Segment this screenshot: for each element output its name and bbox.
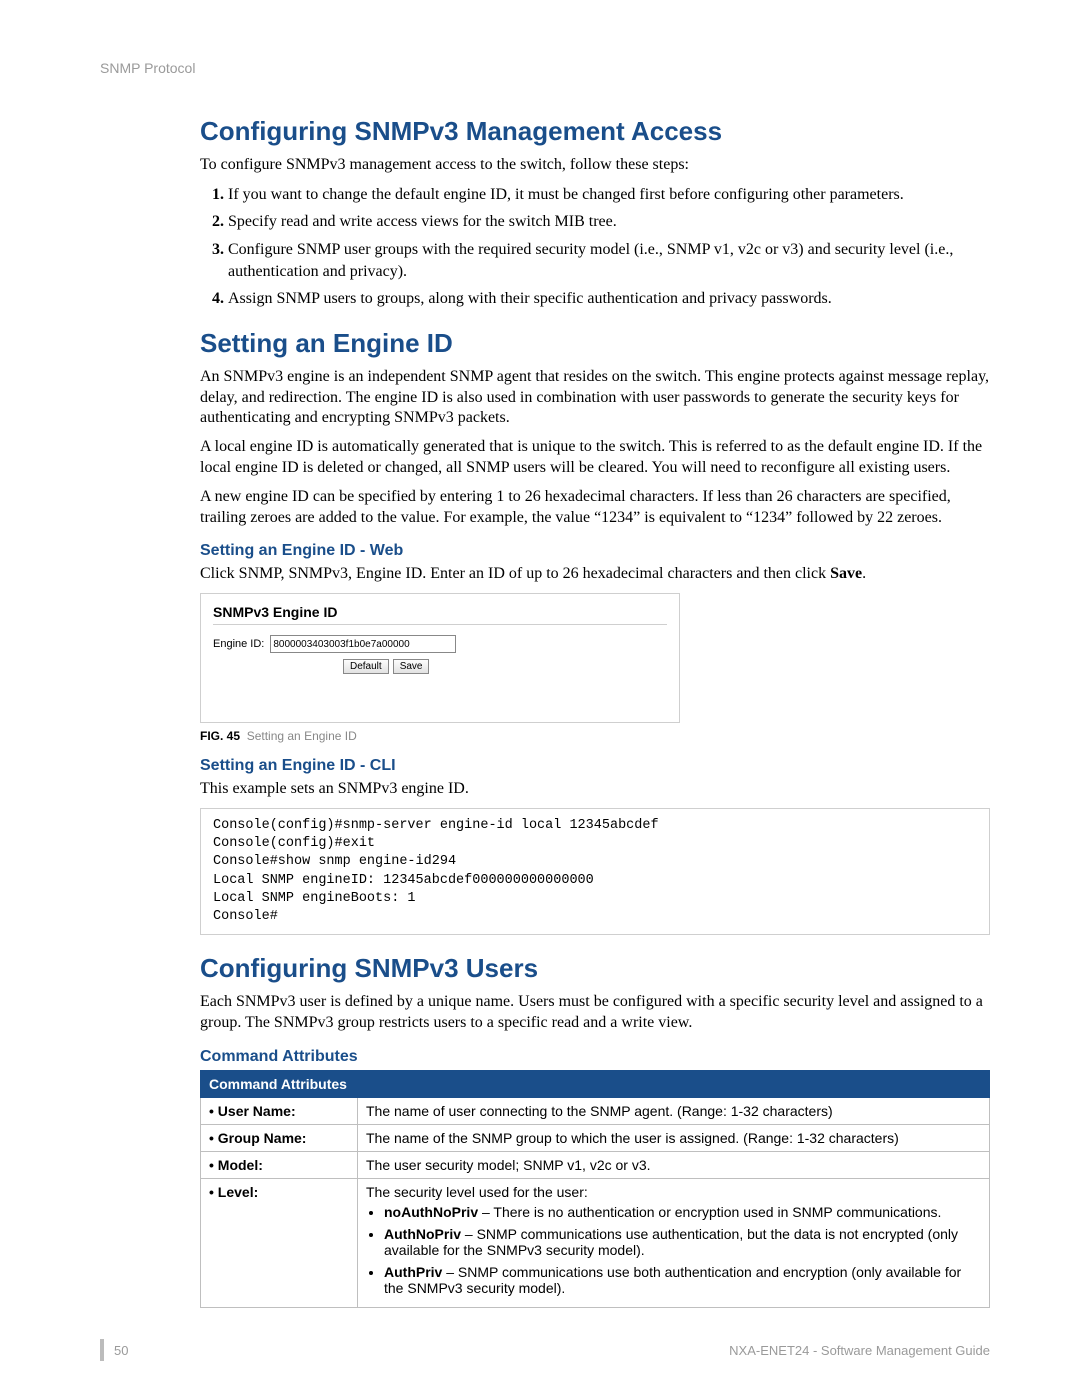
attr-desc: The name of the SNMP group to which the … <box>358 1124 990 1151</box>
content-area: Configuring SNMPv3 Management Access To … <box>200 116 990 1308</box>
save-button[interactable]: Save <box>393 659 430 674</box>
page: SNMP Protocol Configuring SNMPv3 Managem… <box>0 0 1080 1397</box>
level-item: AuthPriv – SNMP communications use both … <box>384 1264 981 1296</box>
step-item: If you want to change the default engine… <box>228 184 990 206</box>
attr-desc: The user security model; SNMP v1, v2c or… <box>358 1151 990 1178</box>
attr-label: • Group Name: <box>201 1124 358 1151</box>
body-paragraph: An SNMPv3 engine is an independent SNMP … <box>200 367 990 429</box>
table-row: • Model: The user security model; SNMP v… <box>201 1151 990 1178</box>
default-button[interactable]: Default <box>343 659 389 674</box>
engine-id-label: Engine ID: <box>213 638 264 650</box>
engine-id-input[interactable] <box>270 635 456 653</box>
figure-panel-title: SNMPv3 Engine ID <box>213 604 667 625</box>
page-number: 50 <box>114 1343 128 1358</box>
table-header: Command Attributes <box>201 1070 990 1097</box>
attr-label: • User Name: <box>201 1097 358 1124</box>
table-row: • User Name: The name of user connecting… <box>201 1097 990 1124</box>
body-paragraph: A local engine ID is automatically gener… <box>200 437 990 479</box>
command-attributes-table: Command Attributes • User Name: The name… <box>200 1070 990 1308</box>
steps-list: If you want to change the default engine… <box>200 184 990 310</box>
table-row: • Group Name: The name of the SNMP group… <box>201 1124 990 1151</box>
subheading-cli: Setting an Engine ID - CLI <box>200 757 990 775</box>
attr-desc: The name of user connecting to the SNMP … <box>358 1097 990 1124</box>
cli-code-block: Console(config)#snmp-server engine-id lo… <box>200 808 990 935</box>
heading-config-access: Configuring SNMPv3 Management Access <box>200 116 990 147</box>
figure-field-row: Engine ID: <box>213 635 667 653</box>
running-header: SNMP Protocol <box>100 60 990 76</box>
body-paragraph: Each SNMPv3 user is defined by a unique … <box>200 992 990 1034</box>
figure-caption: FIG. 45 Setting an Engine ID <box>200 729 990 743</box>
body-paragraph: Click SNMP, SNMPv3, Engine ID. Enter an … <box>200 564 990 585</box>
intro-paragraph: To configure SNMPv3 management access to… <box>200 155 990 176</box>
level-item: AuthNoPriv – SNMP communications use aut… <box>384 1226 981 1258</box>
heading-engine-id: Setting an Engine ID <box>200 328 990 359</box>
step-item: Configure SNMP user groups with the requ… <box>228 239 990 282</box>
subheading-web: Setting an Engine ID - Web <box>200 542 990 560</box>
level-item: noAuthNoPriv – There is no authenticatio… <box>384 1204 981 1220</box>
attr-label: • Model: <box>201 1151 358 1178</box>
subheading-command-attributes: Command Attributes <box>200 1048 990 1066</box>
page-footer: 50 NXA-ENET24 - Software Management Guid… <box>100 1339 990 1361</box>
doc-title: NXA-ENET24 - Software Management Guide <box>729 1343 990 1358</box>
table-row: • Level: The security level used for the… <box>201 1178 990 1307</box>
step-item: Assign SNMP users to groups, along with … <box>228 288 990 310</box>
figure-engine-id-panel: SNMPv3 Engine ID Engine ID: Default Save <box>200 593 680 723</box>
body-paragraph: This example sets an SNMPv3 engine ID. <box>200 779 990 800</box>
step-item: Specify read and write access views for … <box>228 211 990 233</box>
attr-label: • Level: <box>201 1178 358 1307</box>
attr-desc: The security level used for the user: no… <box>358 1178 990 1307</box>
heading-config-users: Configuring SNMPv3 Users <box>200 953 990 984</box>
body-paragraph: A new engine ID can be specified by ente… <box>200 487 990 529</box>
